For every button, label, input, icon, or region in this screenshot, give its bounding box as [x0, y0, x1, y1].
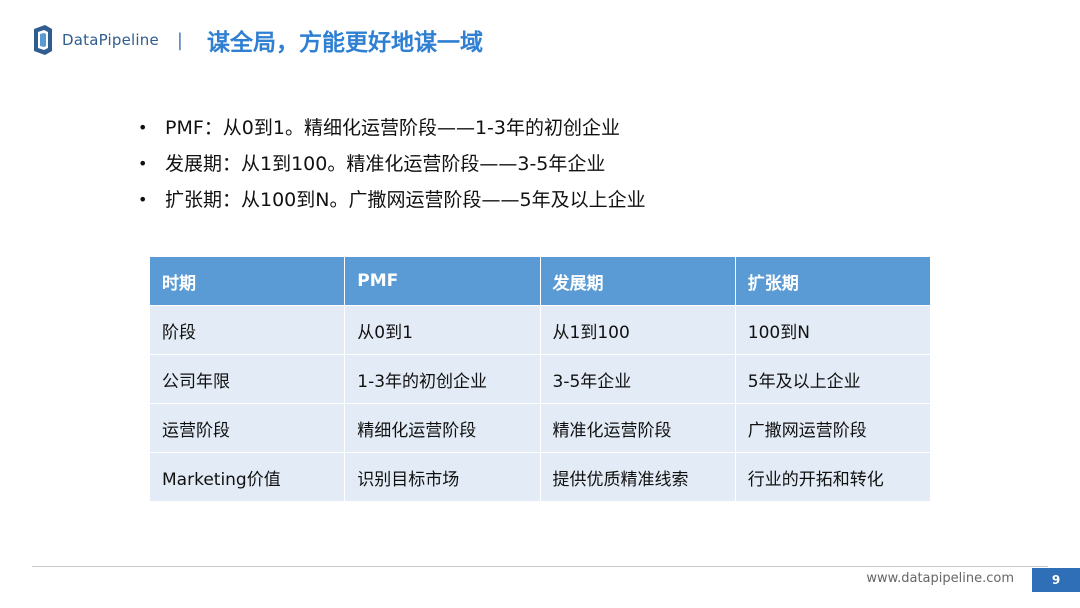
table-cell: 3-5年企业 — [539, 354, 736, 404]
logo-text: DataPipeline — [62, 31, 159, 49]
table-cell: 5年及以上企业 — [734, 354, 932, 404]
datapipeline-logo-icon — [34, 25, 52, 55]
bullet-text: 扩张期：从100到N。广撒网运营阶段——5年及以上企业 — [165, 189, 646, 211]
header-divider: | — [176, 29, 183, 51]
table-cell: 识别目标市场 — [344, 452, 541, 502]
table-cell: 阶段 — [148, 305, 346, 355]
table-header-cell: 时期 — [148, 256, 346, 306]
table-cell: Marketing价值 — [148, 452, 346, 502]
stage-comparison-table: 时期 PMF 发展期 扩张期 阶段 从0到1 从1到100 100到N 公司年限… — [148, 256, 932, 502]
footer-url[interactable]: www.datapipeline.com — [866, 571, 1014, 586]
table-row: Marketing价值 识别目标市场 提供优质精准线索 行业的开拓和转化 — [148, 452, 932, 502]
page-title: 谋全局，方能更好地谋一域 — [207, 30, 483, 56]
table-cell: 精准化运营阶段 — [539, 403, 736, 453]
table-row: 运营阶段 精细化运营阶段 精准化运营阶段 广撒网运营阶段 — [148, 403, 932, 453]
bullet-dot: • — [138, 118, 148, 137]
table-cell: 100到N — [734, 305, 932, 355]
table-cell: 行业的开拓和转化 — [734, 452, 932, 502]
bullet-item: • PMF：从0到1。精细化运营阶段——1-3年的初创企业 — [138, 110, 646, 146]
footer-divider — [32, 566, 1048, 567]
table-header-cell: PMF — [344, 256, 541, 306]
bullet-item: • 发展期：从1到100。精准化运营阶段——3-5年企业 — [138, 146, 646, 182]
bullet-dot: • — [138, 190, 148, 209]
bullet-list: • PMF：从0到1。精细化运营阶段——1-3年的初创企业 • 发展期：从1到100… — [138, 110, 646, 218]
table-header-cell: 扩张期 — [734, 256, 932, 306]
table-cell: 广撒网运营阶段 — [734, 403, 932, 453]
table-header-row: 时期 PMF 发展期 扩张期 — [148, 256, 932, 306]
table-cell: 公司年限 — [148, 354, 346, 404]
table-cell: 精细化运营阶段 — [344, 403, 541, 453]
table-header-cell: 发展期 — [539, 256, 736, 306]
table-cell: 运营阶段 — [148, 403, 346, 453]
table-cell: 1-3年的初创企业 — [344, 354, 541, 404]
bullet-text: PMF：从0到1。精细化运营阶段——1-3年的初创企业 — [165, 117, 620, 139]
table-cell: 从0到1 — [344, 305, 541, 355]
bullet-text: 发展期：从1到100。精准化运营阶段——3-5年企业 — [165, 153, 606, 175]
table-row: 公司年限 1-3年的初创企业 3-5年企业 5年及以上企业 — [148, 354, 932, 404]
page-number: 9 — [1032, 568, 1080, 592]
table-row: 阶段 从0到1 从1到100 100到N — [148, 305, 932, 355]
table-cell: 提供优质精准线索 — [539, 452, 736, 502]
table-cell: 从1到100 — [539, 305, 736, 355]
bullet-item: • 扩张期：从100到N。广撒网运营阶段——5年及以上企业 — [138, 182, 646, 218]
slide-header: DataPipeline | 谋全局，方能更好地谋一域 — [32, 22, 483, 58]
bullet-dot: • — [138, 154, 148, 173]
